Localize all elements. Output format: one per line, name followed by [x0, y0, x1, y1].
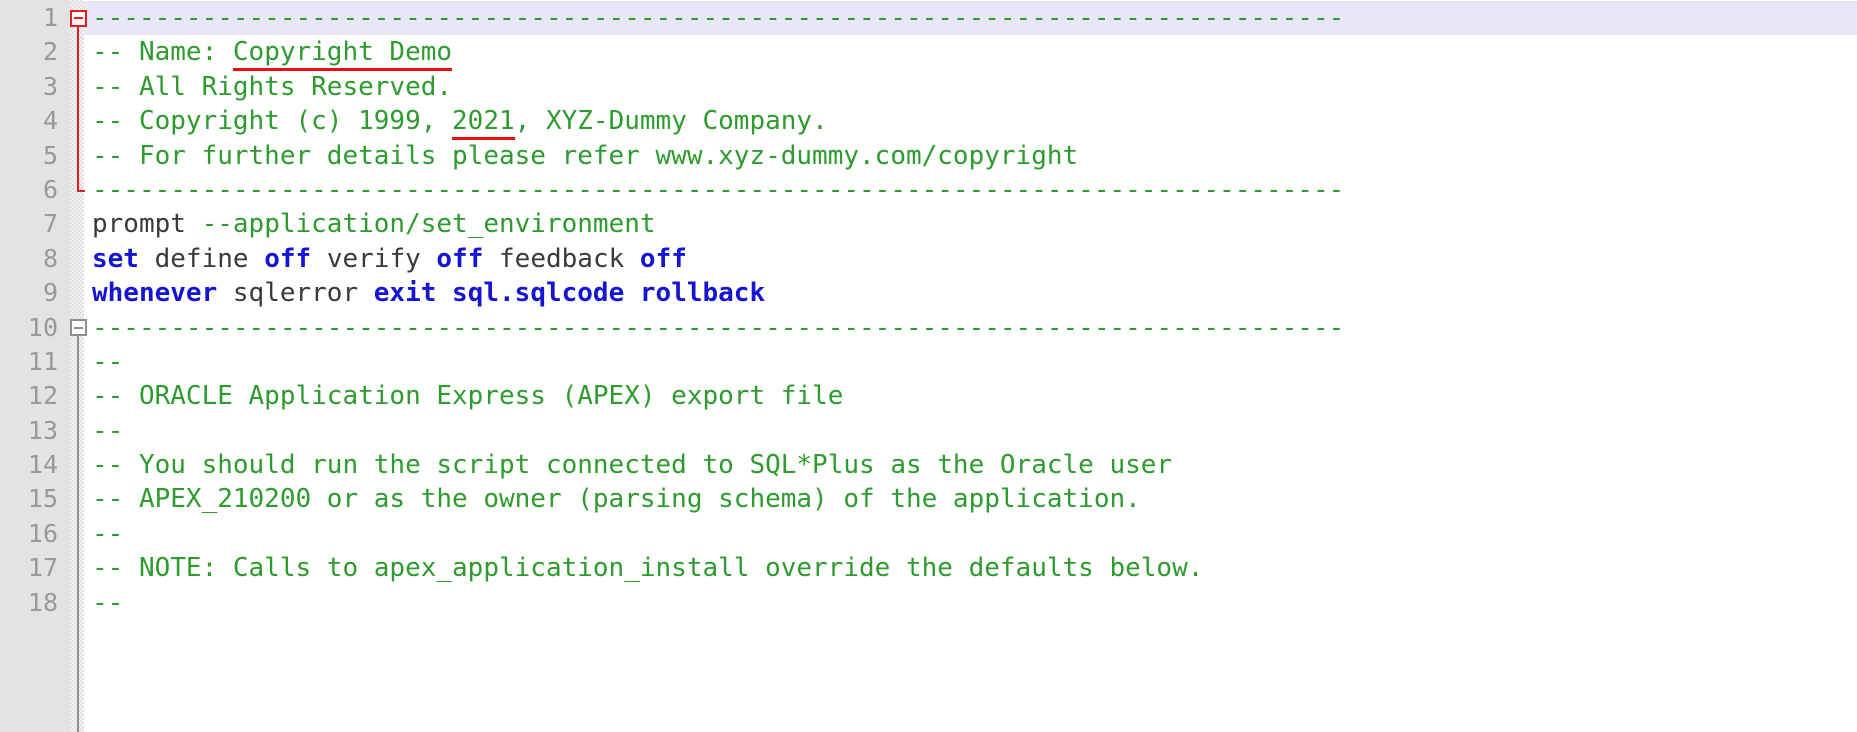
code-line-11[interactable]: --	[84, 345, 1857, 379]
code-line-8[interactable]: set define off verify off feedback off	[84, 242, 1857, 276]
plain-token: prompt	[92, 209, 202, 240]
plain-token: verify	[311, 243, 437, 274]
plain-token: feedback	[483, 243, 640, 274]
code-line-1[interactable]: ----------------------------------------…	[84, 1, 1857, 36]
line-number-5: 5	[42, 140, 58, 170]
keyword-token: set	[92, 243, 139, 274]
code-text-area[interactable]: ----------------------------------------…	[84, 0, 1857, 732]
line-number-3: 3	[42, 71, 58, 101]
line-number-11: 11	[27, 346, 58, 376]
line-number-8: 8	[42, 243, 58, 273]
code-line-13[interactable]: --	[84, 414, 1857, 448]
code-line-7[interactable]: prompt --application/set_environment	[84, 207, 1857, 241]
line-number-13: 13	[27, 415, 58, 445]
fold-toggle-line-1[interactable]	[70, 9, 87, 27]
line-number-6: 6	[42, 174, 58, 204]
line-number-10: 10	[27, 312, 58, 342]
keyword-token: off	[639, 243, 687, 274]
keyword-token: whenever	[92, 278, 218, 309]
code-line-4[interactable]: -- Copyright (c) 1999, 2021, XYZ-Dummy C…	[84, 104, 1857, 141]
minus-icon	[74, 17, 83, 20]
plain-token: sqlerror	[217, 278, 374, 309]
fold-bracket-line-1	[77, 26, 79, 191]
line-number-4: 4	[42, 106, 58, 136]
code-line-5[interactable]: -- For further details please refer www.…	[84, 139, 1857, 173]
comment-token: --	[92, 415, 124, 446]
sql-code-editor[interactable]: 1 2 3 4 5 6 7 8 9 10 11 12 13 14 15 16 17 18 ------------…	[0, 0, 1857, 732]
code-fold-strip[interactable]	[70, 0, 87, 732]
code-line-15[interactable]: -- APEX_210200 or as the owner (parsing …	[84, 482, 1857, 516]
line-number-2: 2	[42, 37, 58, 67]
keyword-token: off	[436, 243, 484, 274]
comment-token: -- For further details please refer www.…	[92, 140, 1079, 171]
comment-token: -- All Rights Reserved.	[92, 71, 453, 102]
code-line-2[interactable]: -- Name: Copyright Demo	[84, 35, 1857, 72]
code-line-9[interactable]: whenever sqlerror exit sql.sqlcode rollb…	[84, 276, 1857, 310]
code-line-17[interactable]: -- NOTE: Calls to apex_application_insta…	[84, 551, 1857, 585]
fold-toggle-line-10[interactable]	[70, 319, 87, 337]
comment-token: ----------------------------------------…	[92, 3, 1345, 33]
code-line-10[interactable]: ----------------------------------------…	[84, 311, 1857, 345]
keyword-token: exit sql.sqlcode rollback	[373, 278, 766, 309]
comment-token: -- Copyright (c) 1999,	[92, 106, 453, 137]
comment-token: -- NOTE: Calls to apex_application_insta…	[92, 553, 1204, 584]
keyword-token: off	[264, 243, 312, 274]
line-number-1: 1	[42, 3, 58, 32]
comment-token: -- You should run the script connected t…	[92, 450, 1173, 481]
comment-token: --	[92, 587, 124, 618]
comment-token: -- Name:	[92, 37, 233, 68]
comment-token: ----------------------------------------…	[92, 312, 1345, 343]
comment-token: ----------------------------------------…	[92, 174, 1345, 205]
minus-icon	[74, 326, 83, 329]
line-number-12: 12	[27, 381, 58, 411]
marked-token: 2021	[452, 106, 515, 141]
code-line-12[interactable]: -- ORACLE Application Express (APEX) exp…	[84, 379, 1857, 413]
line-number-16: 16	[27, 518, 58, 548]
code-line-14[interactable]: -- You should run the script connected t…	[84, 448, 1857, 482]
line-number-9: 9	[42, 278, 58, 308]
comment-token: , XYZ-Dummy Company.	[514, 106, 828, 137]
fold-bracket-line-10	[77, 336, 79, 732]
line-number-18: 18	[27, 587, 58, 617]
line-number-7: 7	[42, 209, 58, 239]
code-line-3[interactable]: -- All Rights Reserved.	[84, 70, 1857, 104]
plain-token: define	[138, 243, 265, 274]
line-number-17: 17	[27, 553, 58, 583]
comment-token: --application/set_environment	[201, 209, 656, 240]
code-line-6[interactable]: ----------------------------------------…	[84, 173, 1857, 207]
fold-bracket-foot-line-6	[77, 190, 85, 193]
code-line-16[interactable]: --	[84, 517, 1857, 551]
comment-token: -- APEX_210200 or as the owner (parsing …	[92, 484, 1141, 515]
comment-token: --	[92, 346, 124, 377]
line-number-15: 15	[27, 484, 58, 514]
comment-token: -- ORACLE Application Express (APEX) exp…	[92, 381, 844, 412]
comment-token: --	[92, 518, 124, 549]
line-number-gutter: 1 2 3 4 5 6 7 8 9 10 11 12 13 14 15 16 17 18	[0, 0, 70, 732]
line-number-14: 14	[27, 450, 58, 480]
code-line-18[interactable]: --	[84, 586, 1857, 620]
marked-token: Copyright Demo	[232, 37, 453, 72]
